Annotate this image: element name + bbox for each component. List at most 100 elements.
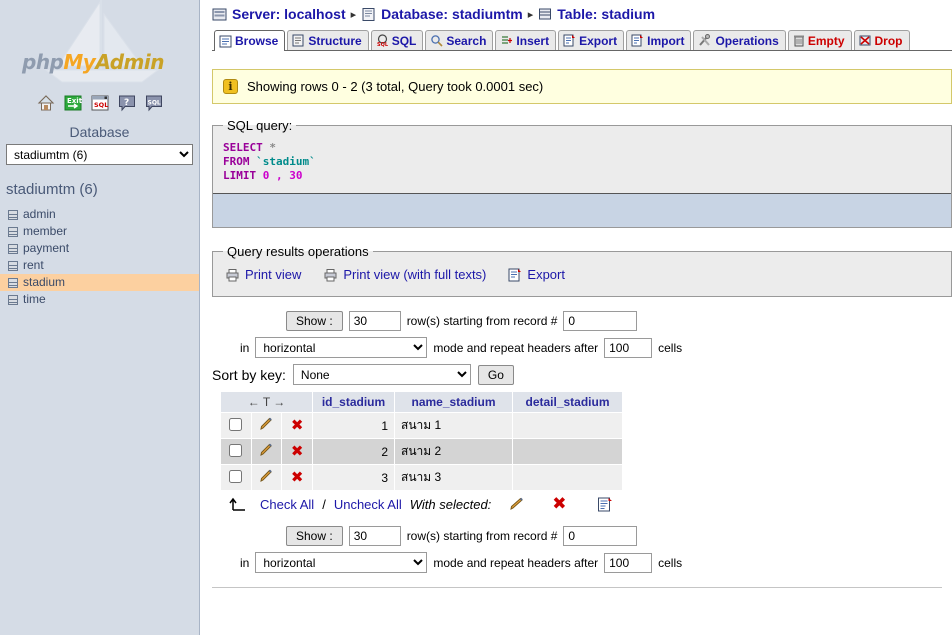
table-row: ✖ 2 สนาม 2 <box>220 438 623 465</box>
show-button[interactable]: Show : <box>286 311 343 331</box>
tab-operations[interactable]: Operations <box>693 30 786 50</box>
with-selected-label: With selected: <box>409 496 492 512</box>
table-row: ✖ 3 สนาม 3 <box>220 464 623 491</box>
row-delete-cell[interactable]: ✖ <box>281 412 313 439</box>
sql-numbers: 0 , 30 <box>262 169 303 182</box>
tab-empty[interactable]: Empty <box>787 30 852 50</box>
row-checkbox-cell <box>220 438 252 465</box>
controls-bottom-row2: in horizontal mode and repeat headers af… <box>212 552 952 573</box>
exit-icon[interactable]: Exit <box>64 94 82 112</box>
tab-label: Import <box>647 33 685 48</box>
edit-selected-icon[interactable] <box>509 497 526 512</box>
sidebar-item-admin[interactable]: admin <box>0 206 199 223</box>
sort-by-key-select[interactable]: None <box>292 364 471 385</box>
column-header-name-stadium[interactable]: name_stadium <box>394 391 513 413</box>
tab-import[interactable]: Import <box>626 30 692 50</box>
delete-icon[interactable]: ✖ <box>291 418 304 433</box>
with-selected-arrow-icon <box>229 497 245 511</box>
print-view-button[interactable]: Print view <box>225 267 301 282</box>
sort-by-key-row: Sort by key: None Go <box>212 364 952 385</box>
row-edit-cell[interactable] <box>250 412 283 439</box>
database-select[interactable]: stadiumtm (6) <box>6 144 193 165</box>
results-table-body: ✖ 1 สนาม 1 ✖ 2 สนาม 2 ✖ 3 สนาม 3 <box>220 412 623 491</box>
row-delete-cell[interactable]: ✖ <box>281 438 313 465</box>
delete-selected-icon[interactable]: ✖ <box>552 495 566 512</box>
tab-structure[interactable]: Structure <box>287 30 369 50</box>
edit-icon[interactable] <box>259 417 274 431</box>
breadcrumb-database[interactable]: Database: stadiumtm <box>381 6 523 22</box>
tab-sql[interactable]: SQL SQL <box>370 30 424 50</box>
column-header-detail-stadium[interactable]: detail_stadium <box>512 391 623 413</box>
tab-browse[interactable]: Browse <box>214 30 286 51</box>
edit-icon[interactable] <box>259 443 274 457</box>
tab-label: Browse <box>235 34 279 48</box>
repeat-headers-input[interactable] <box>604 337 653 358</box>
display-mode-select[interactable]: horizontal <box>255 552 428 573</box>
tab-search[interactable]: Search <box>425 30 494 50</box>
delete-icon[interactable]: ✖ <box>291 444 304 459</box>
table-icon <box>8 209 18 220</box>
sidebar-item-label: stadium <box>23 275 66 289</box>
tab-label: Export <box>579 33 618 48</box>
structure-icon <box>292 34 304 47</box>
start-record-input[interactable] <box>563 311 638 331</box>
sql-window-icon[interactable]: SQL <box>91 94 109 112</box>
tab-label: Structure <box>308 33 362 48</box>
printer-icon <box>226 268 239 281</box>
logo-php: php <box>22 50 64 74</box>
current-database-title: stadiumtm (6) <box>6 181 98 198</box>
sidebar-item-rent[interactable]: rent <box>0 257 199 274</box>
breadcrumb-server[interactable]: Server: localhost <box>232 6 346 22</box>
sidebar-item-member[interactable]: member <box>0 223 199 240</box>
start-record-input[interactable] <box>563 526 638 546</box>
sql-query-text: SELECT * FROM `stadium` LIMIT 0 , 30 <box>221 137 943 193</box>
tab-drop[interactable]: Drop <box>853 30 910 50</box>
sidebar-item-label: rent <box>23 258 44 272</box>
export-results-button[interactable]: Export <box>508 267 565 282</box>
info-icon: i <box>223 79 238 94</box>
row-edit-cell[interactable] <box>250 438 283 465</box>
export-selected-icon[interactable] <box>597 497 613 512</box>
sql-star: * <box>262 141 276 154</box>
print-view-full-texts-button[interactable]: Print view (with full texts) <box>323 267 486 282</box>
home-icon[interactable] <box>36 94 55 112</box>
row-checkbox[interactable] <box>229 417 243 431</box>
sidebar-item-payment[interactable]: payment <box>0 240 199 257</box>
results-header-row: ← T → id_stadium name_stadium detail_sta… <box>220 391 623 413</box>
headers-text-label: mode and repeat headers after <box>433 340 599 355</box>
sql-query-legend: SQL query: <box>227 118 293 133</box>
row-checkbox-cell <box>220 412 252 439</box>
tab-export[interactable]: Export <box>558 30 625 50</box>
phpmyadmin-logo: phpMyAdmin <box>22 50 164 74</box>
row-delete-cell[interactable]: ✖ <box>281 464 313 491</box>
sidebar-item-label: time <box>23 292 46 306</box>
go-button[interactable]: Go <box>477 364 514 385</box>
uncheck-all-link[interactable]: Uncheck All <box>334 497 402 512</box>
database-select-wrap: stadiumtm (6) <box>0 144 199 165</box>
tab-bar: Browse Structure SQL SQL Search Insert E… <box>212 28 952 51</box>
browse-icon <box>219 35 232 47</box>
tab-insert[interactable]: Insert <box>495 30 557 50</box>
controls-top-row1: Show : row(s) starting from record # <box>212 311 952 331</box>
sidebar-item-time[interactable]: time <box>0 291 199 308</box>
delete-icon[interactable]: ✖ <box>291 470 304 485</box>
edit-icon[interactable] <box>259 469 274 483</box>
help-icon[interactable]: ? <box>118 94 136 112</box>
show-button[interactable]: Show : <box>286 526 343 546</box>
controls-bottom: Show : row(s) starting from record # in … <box>212 526 952 573</box>
row-checkbox[interactable] <box>229 443 243 457</box>
sidebar-item-stadium[interactable]: stadium <box>0 274 199 291</box>
rows-count-input[interactable] <box>348 526 401 546</box>
sidebar: phpMyAdmin Exit SQL ? SQL Database stadi… <box>0 0 200 635</box>
row-edit-cell[interactable] <box>250 464 283 491</box>
sql-help-icon[interactable]: SQL <box>145 94 163 112</box>
tab-label: Insert <box>516 33 550 48</box>
display-mode-select[interactable]: horizontal <box>255 337 428 358</box>
column-header-id-stadium[interactable]: id_stadium <box>312 391 395 413</box>
row-checkbox-cell <box>220 464 252 491</box>
row-checkbox[interactable] <box>229 469 243 483</box>
check-all-link[interactable]: Check All <box>260 497 314 512</box>
cell-id-stadium: 3 <box>312 464 395 491</box>
rows-count-input[interactable] <box>348 311 401 331</box>
repeat-headers-input[interactable] <box>604 552 653 573</box>
